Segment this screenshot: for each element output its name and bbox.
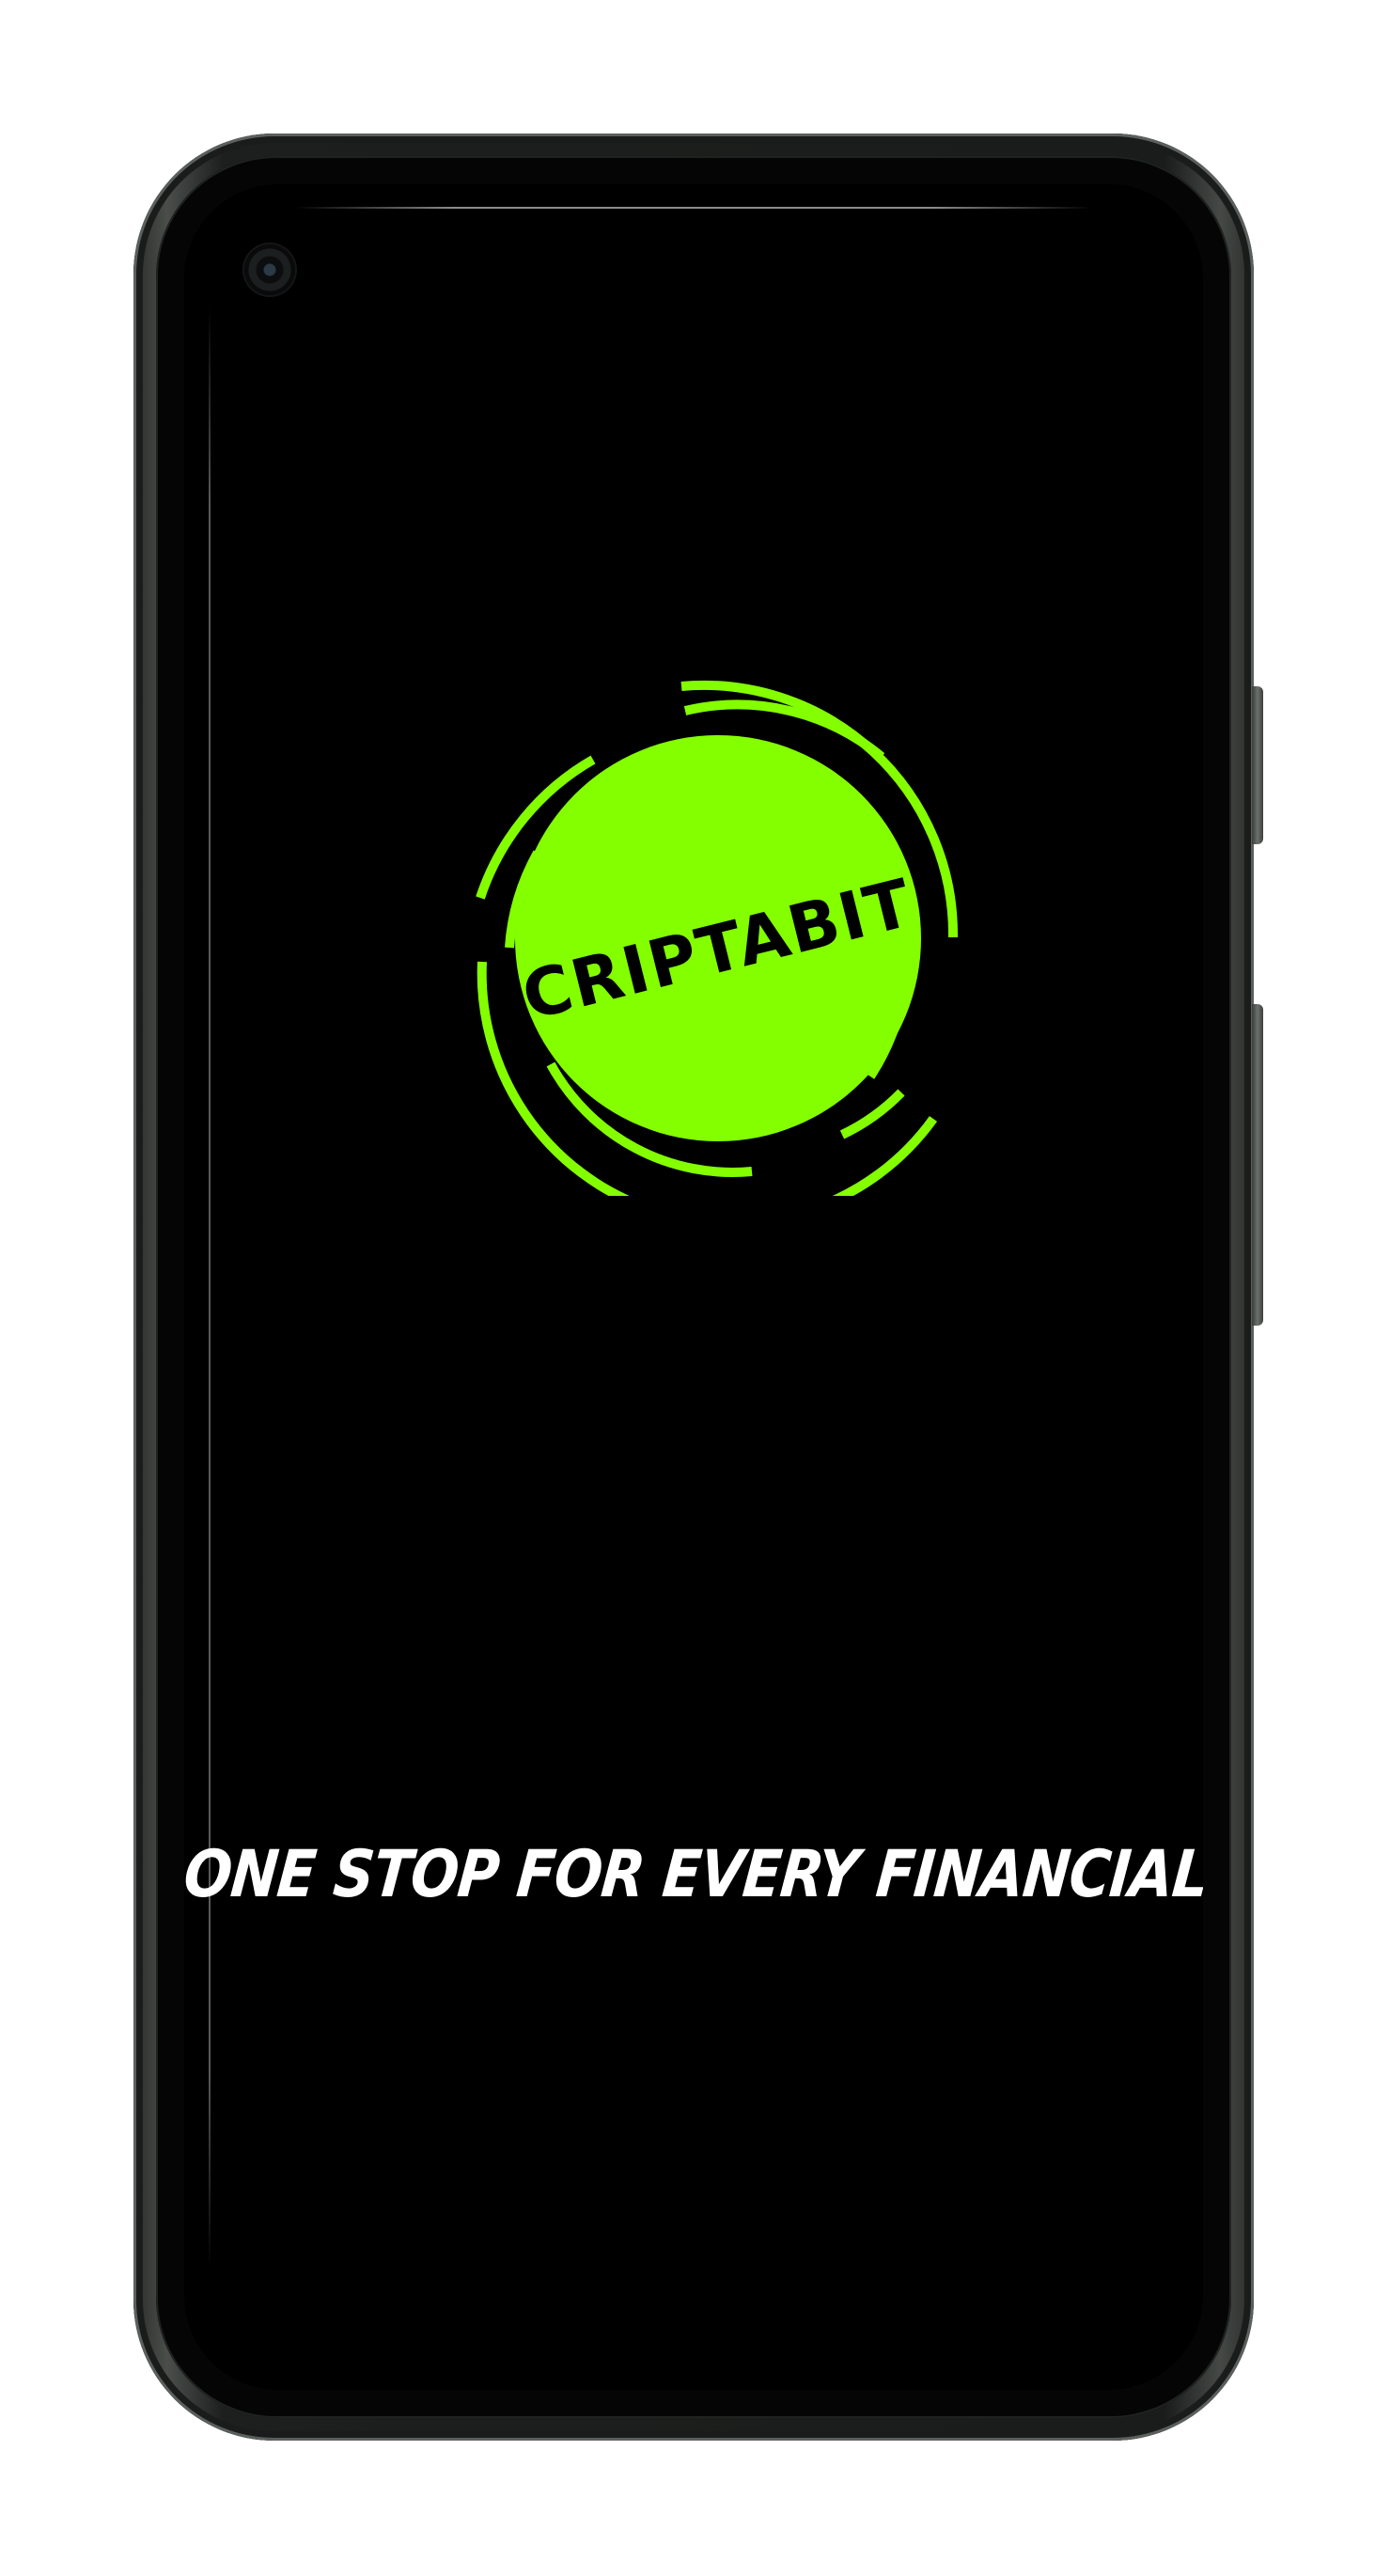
screen-reflection	[295, 207, 1092, 209]
splash-screen: CRIPTABIT ONE STOP FOR EVERY FINANCIAL I…	[184, 184, 1203, 2390]
logo-ring-segment	[839, 1089, 905, 1139]
criptabit-logo: CRIPTABIT	[464, 669, 991, 1196]
power-button	[1252, 686, 1263, 844]
volume-button	[1252, 1004, 1263, 1326]
phone-bezel: CRIPTABIT ONE STOP FOR EVERY FINANCIAL I…	[156, 156, 1231, 2418]
logo-icon: CRIPTABIT	[476, 680, 959, 1196]
phone-frame: CRIPTABIT ONE STOP FOR EVERY FINANCIAL I…	[133, 134, 1263, 2441]
screen-reflection	[209, 306, 211, 2268]
camera-icon	[244, 244, 295, 295]
tagline-text: ONE STOP FOR EVERY FINANCIAL INFO	[184, 1836, 1203, 1913]
